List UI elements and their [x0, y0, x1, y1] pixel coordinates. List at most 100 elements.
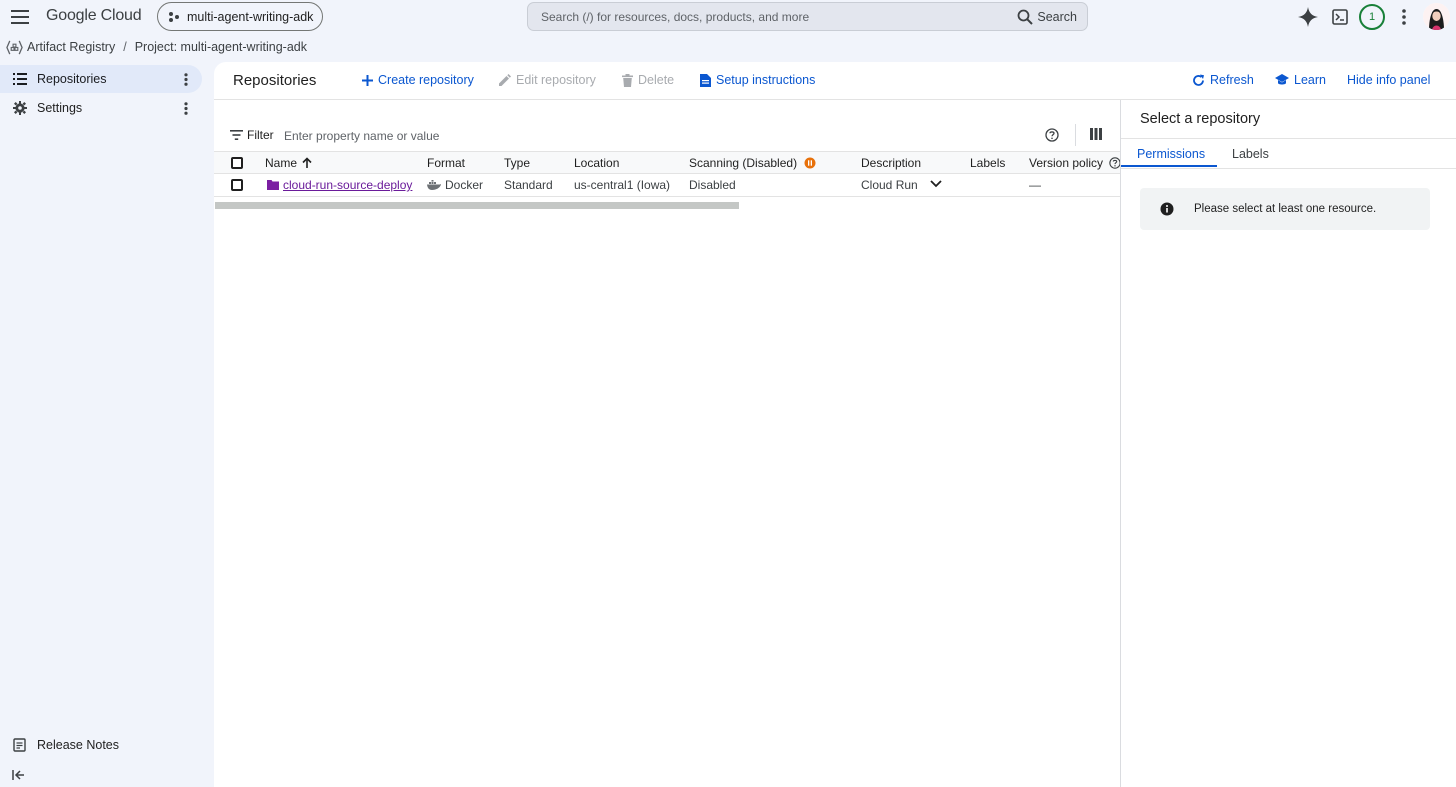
sidebar-item-label: Repositories	[37, 72, 107, 86]
format-cell: Docker	[427, 178, 483, 192]
column-header-labels: Labels	[970, 156, 1006, 170]
artifact-registry-icon	[6, 40, 23, 54]
tab-permissions[interactable]: Permissions	[1137, 147, 1205, 161]
tab-labels[interactable]: Labels	[1232, 147, 1269, 161]
scanning-cell: Disabled	[689, 178, 736, 192]
trash-icon	[622, 73, 633, 87]
breadcrumb-artifact-registry[interactable]: Artifact Registry	[27, 40, 115, 54]
refresh-icon	[1193, 74, 1204, 86]
page-title: Repositories	[233, 72, 317, 89]
settings-more-button[interactable]	[178, 100, 194, 116]
pencil-icon	[499, 73, 511, 86]
chevron-down-icon	[930, 180, 942, 188]
docker-icon	[427, 180, 441, 190]
refresh-button[interactable]: Refresh	[1192, 73, 1254, 87]
description-cell: Cloud Run	[861, 178, 918, 192]
collapse-nav-button[interactable]	[12, 769, 28, 783]
table-header: Name Format Type Location Scanning (Disa…	[214, 151, 1121, 174]
breadcrumb-separator: /	[123, 40, 127, 54]
info-panel-tabs: Permissions Labels	[1121, 138, 1456, 169]
sidebar-item-repositories[interactable]: Repositories	[0, 65, 202, 93]
column-header-scanning: Scanning (Disabled)	[689, 156, 816, 170]
info-message: Please select at least one resource.	[1140, 188, 1430, 230]
filter-icon	[230, 130, 243, 140]
breadcrumb: Artifact Registry / Project: multi-agent…	[6, 38, 307, 56]
warning-icon[interactable]	[804, 157, 816, 169]
column-display-button[interactable]	[1090, 128, 1106, 144]
column-version-policy-label: Version policy	[1029, 156, 1104, 170]
delete-label: Delete	[638, 73, 675, 87]
filter-help-button[interactable]	[1045, 128, 1061, 144]
cloud-shell-button[interactable]	[1328, 5, 1352, 29]
gear-icon	[12, 100, 28, 116]
type-cell: Standard	[504, 178, 553, 192]
column-header-type: Type	[504, 156, 531, 170]
school-icon	[1275, 74, 1289, 85]
version-policy-cell: —	[1029, 178, 1041, 192]
repositories-more-button[interactable]	[178, 71, 194, 87]
main-content: Repositories Create repository Edit repo…	[214, 62, 1456, 787]
account-avatar[interactable]	[1423, 3, 1450, 30]
learn-button[interactable]: Learn	[1275, 73, 1326, 87]
hide-info-panel-button[interactable]: Hide info panel	[1347, 73, 1430, 87]
active-tab-indicator	[1121, 165, 1217, 167]
kebab-icon	[1402, 9, 1406, 25]
page-toolbar: Repositories Create repository Edit repo…	[214, 62, 1456, 100]
column-header-name[interactable]: Name	[265, 156, 313, 170]
more-options-button[interactable]	[1392, 5, 1416, 29]
kebab-icon	[184, 101, 188, 115]
search-bar[interactable]: Search (/) for resources, docs, products…	[527, 2, 1088, 31]
location-cell: us-central1 (Iowa)	[574, 178, 671, 192]
top-bar: Google Cloud multi-agent-writing-adk Sea…	[0, 0, 1456, 34]
document-icon	[700, 73, 711, 87]
terminal-icon	[1332, 9, 1348, 25]
search-button[interactable]: Search	[1017, 9, 1087, 25]
kebab-icon	[184, 72, 188, 86]
breadcrumb-project[interactable]: Project: multi-agent-writing-adk	[135, 40, 307, 54]
filter-input[interactable]	[284, 127, 984, 145]
horizontal-scrollbar[interactable]	[215, 202, 739, 209]
filter-label: Filter	[247, 128, 274, 142]
create-repository-label: Create repository	[378, 73, 474, 87]
info-panel-title: Select a repository	[1140, 111, 1261, 127]
setup-instructions-label: Setup instructions	[716, 73, 816, 87]
delete-button[interactable]: Delete	[622, 73, 674, 87]
info-message-text: Please select at least one resource.	[1194, 203, 1377, 215]
repositories-table: Name Format Type Location Scanning (Disa…	[214, 151, 1121, 197]
refresh-label: Refresh	[1210, 73, 1254, 87]
gemini-button[interactable]	[1296, 5, 1320, 29]
search-icon	[1017, 9, 1034, 25]
filter-button[interactable]: Filter	[230, 128, 274, 142]
google-cloud-logo[interactable]: Google Cloud	[46, 7, 142, 25]
release-notes-label: Release Notes	[37, 738, 119, 752]
sidebar-item-settings[interactable]: Settings	[0, 94, 202, 122]
info-icon	[1160, 202, 1174, 216]
row-checkbox[interactable]	[231, 179, 243, 191]
sidebar-item-label: Settings	[37, 101, 83, 115]
column-header-format: Format	[427, 156, 466, 170]
select-all-checkbox[interactable]	[231, 157, 243, 169]
column-name-label: Name	[265, 156, 298, 170]
column-header-description: Description	[861, 156, 922, 170]
setup-instructions-button[interactable]: Setup instructions	[700, 73, 815, 87]
search-button-label: Search	[1037, 9, 1077, 24]
collapse-icon	[12, 770, 24, 780]
table-row: cloud-run-source-deploy Docker Standard …	[214, 174, 1120, 197]
format-value: Docker	[445, 178, 484, 192]
sort-arrow-up-icon	[302, 157, 312, 168]
plus-icon	[362, 74, 373, 86]
main-menu-button[interactable]	[8, 5, 32, 29]
expand-description-button[interactable]	[930, 180, 942, 188]
avatar-image	[1423, 3, 1450, 30]
project-picker[interactable]: multi-agent-writing-adk	[157, 2, 323, 31]
edit-repository-button[interactable]: Edit repository	[498, 73, 596, 87]
release-notes-link[interactable]: Release Notes	[12, 737, 119, 753]
repo-name-link[interactable]: cloud-run-source-deploy	[283, 178, 412, 192]
release-notes-icon	[13, 738, 26, 752]
search-input[interactable]: Search (/) for resources, docs, products…	[541, 10, 1017, 24]
edit-repository-label: Edit repository	[516, 73, 596, 87]
notifications-button[interactable]: 1	[1359, 4, 1385, 30]
create-repository-button[interactable]: Create repository	[362, 73, 474, 87]
column-header-location: Location	[574, 156, 620, 170]
project-icon	[169, 11, 179, 22]
